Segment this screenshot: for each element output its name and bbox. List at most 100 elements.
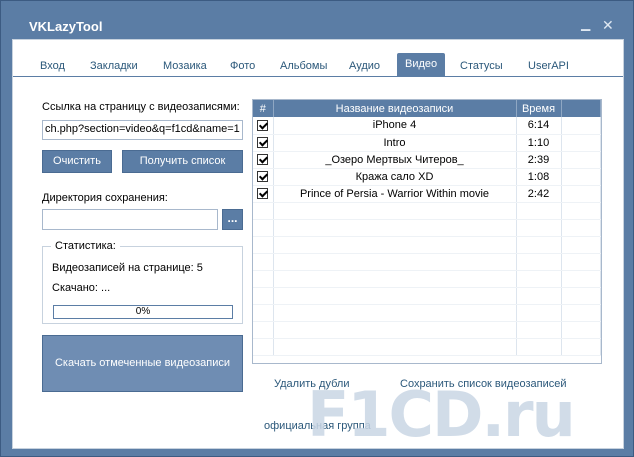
empty-cell (561, 236, 601, 254)
row-checkbox-cell[interactable] (253, 185, 274, 203)
row-title: Prince of Persia - Warrior Within movie (273, 185, 517, 203)
tab-login[interactable]: Вход (40, 60, 65, 72)
browse-button[interactable]: ... (222, 209, 243, 230)
empty-cell (273, 236, 517, 254)
tab-video[interactable]: Видео (397, 53, 446, 77)
row-title: _Озеро Мертвых Читеров_ (273, 151, 517, 169)
url-input[interactable]: ch.php?section=video&q=f1cd&name=1 (42, 120, 243, 140)
statistics-title: Статистика: (51, 240, 120, 252)
tab-userapi[interactable]: UserAPI (528, 60, 569, 72)
empty-cell (561, 219, 601, 237)
row-filler (561, 151, 601, 169)
column-header-number[interactable]: # (253, 100, 274, 117)
empty-cell (561, 338, 601, 356)
download-progress-bar: 0% (53, 305, 233, 319)
row-checkbox-cell[interactable] (253, 117, 274, 135)
tab-audio[interactable]: Аудио (349, 60, 380, 72)
table-row[interactable]: Prince of Persia - Warrior Within movie 2… (253, 185, 601, 203)
empty-cell (516, 321, 562, 339)
empty-cell (253, 287, 274, 305)
row-time: 1:08 (516, 168, 562, 186)
title-bar[interactable]: VKLazyTool ▁ ✕ (1, 1, 633, 37)
table-row[interactable]: _Озеро Мертвых Читеров_ 2:39 (253, 151, 601, 169)
empty-row (253, 304, 601, 322)
empty-cell (561, 202, 601, 220)
empty-cell (273, 219, 517, 237)
column-header-time[interactable]: Время (516, 100, 562, 117)
table-body: iPhone 4 6:14 Intro 1:10 _Озеро Мертвых Чите… (253, 117, 601, 356)
empty-cell (516, 202, 562, 220)
window-title: VKLazyTool (29, 19, 103, 34)
empty-cell (561, 304, 601, 322)
row-time: 2:39 (516, 151, 562, 169)
empty-cell (253, 202, 274, 220)
get-list-button[interactable]: Получить список (122, 150, 243, 173)
row-time: 6:14 (516, 117, 562, 135)
empty-cell (273, 287, 517, 305)
column-header-title[interactable]: Название видеозаписи (273, 100, 517, 117)
column-header-filler (561, 100, 601, 117)
empty-cell (253, 321, 274, 339)
table-row[interactable]: iPhone 4 6:14 (253, 117, 601, 135)
table-row[interactable]: Intro 1:10 (253, 134, 601, 152)
empty-row (253, 270, 601, 288)
progress-percent: 0% (135, 306, 151, 317)
empty-cell (253, 270, 274, 288)
empty-cell (253, 338, 274, 356)
row-filler (561, 185, 601, 203)
empty-row (253, 287, 601, 305)
videos-table: # Название видеозаписи Время iPhone 4 6:1… (252, 99, 602, 364)
table-row[interactable]: Кража сало XD 1:08 (253, 168, 601, 186)
checkbox-checked-icon[interactable] (257, 119, 269, 131)
empty-cell (273, 304, 517, 322)
empty-row (253, 338, 601, 356)
checkbox-checked-icon[interactable] (257, 171, 269, 183)
empty-row (253, 202, 601, 220)
empty-cell (516, 253, 562, 271)
empty-cell (516, 219, 562, 237)
empty-cell (273, 321, 517, 339)
tab-mosaic[interactable]: Мозаика (163, 60, 207, 72)
downloaded-text: Скачано: ... (52, 282, 111, 294)
checkbox-checked-icon[interactable] (257, 137, 269, 149)
empty-cell (273, 253, 517, 271)
checkbox-checked-icon[interactable] (257, 188, 269, 200)
row-checkbox-cell[interactable] (253, 134, 274, 152)
tab-albums[interactable]: Альбомы (280, 60, 327, 72)
empty-cell (516, 338, 562, 356)
download-checked-button[interactable]: Скачать отмеченные видеозаписи (42, 335, 243, 392)
empty-cell (561, 321, 601, 339)
empty-cell (253, 253, 274, 271)
minimize-icon[interactable]: ▁ (581, 17, 590, 31)
row-title: Кража сало XD (273, 168, 517, 186)
empty-row (253, 236, 601, 254)
tab-bar: Вход Закладки Мозаика Фото Альбомы Аудио… (13, 50, 623, 77)
url-value: ch.php?section=video&q=f1cd&name=1 (45, 123, 240, 135)
clear-button[interactable]: Очистить (42, 150, 112, 173)
empty-cell (561, 287, 601, 305)
empty-cell (516, 270, 562, 288)
empty-cell (516, 304, 562, 322)
row-filler (561, 134, 601, 152)
url-label: Ссылка на страницу с видеозаписями: (42, 101, 240, 113)
empty-cell (516, 236, 562, 254)
empty-row (253, 253, 601, 271)
watermark-logo: F1CD.ru (307, 378, 576, 451)
empty-row (253, 219, 601, 237)
videos-count-text: Видеозаписей на странице: 5 (52, 262, 203, 274)
row-filler (561, 117, 601, 135)
empty-cell (253, 219, 274, 237)
statistics-group: Статистика: Видеозаписей на странице: 5 … (42, 240, 243, 324)
row-title: iPhone 4 (273, 117, 517, 135)
close-icon[interactable]: ✕ (602, 17, 614, 34)
checkbox-checked-icon[interactable] (257, 154, 269, 166)
row-time: 2:42 (516, 185, 562, 203)
tab-statuses[interactable]: Статусы (460, 60, 503, 72)
empty-cell (561, 253, 601, 271)
tab-photo[interactable]: Фото (230, 60, 255, 72)
row-checkbox-cell[interactable] (253, 151, 274, 169)
empty-row (253, 321, 601, 339)
row-checkbox-cell[interactable] (253, 168, 274, 186)
directory-input[interactable] (42, 209, 218, 230)
tab-bookmarks[interactable]: Закладки (90, 60, 138, 72)
